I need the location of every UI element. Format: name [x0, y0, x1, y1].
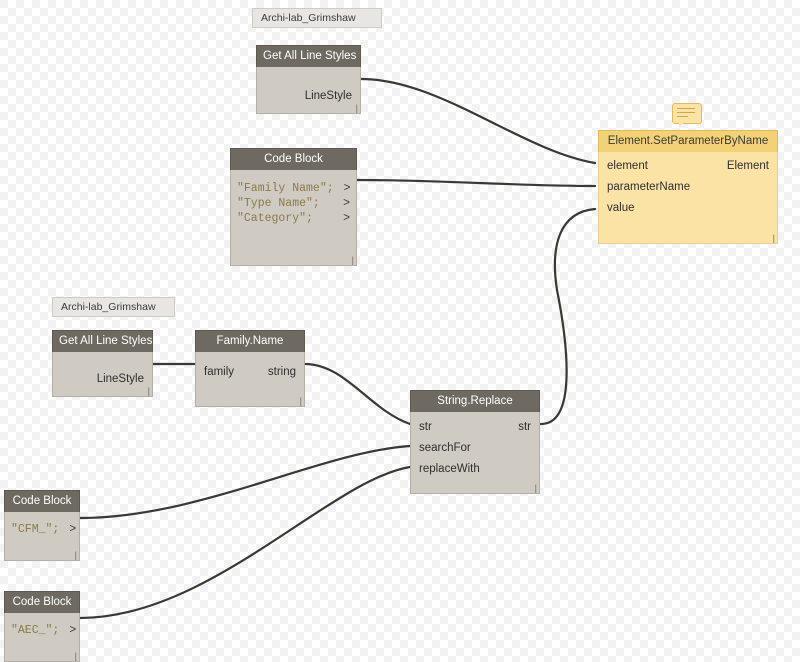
node-resize-handle[interactable]: |	[356, 104, 358, 113]
wire-codeblock-to-parametername	[355, 178, 597, 188]
node-string-replace[interactable]: String.Replace str str searchFor replace…	[410, 390, 540, 494]
port-output-linestyle[interactable]: LineStyle	[53, 352, 152, 390]
port-input-family[interactable]: family	[196, 362, 242, 383]
port-output-0[interactable]: >	[65, 623, 82, 638]
bubble-line-2	[677, 112, 695, 113]
node-element-set-parameter-by-name[interactable]: Element.SetParameterByName element Eleme…	[598, 130, 778, 244]
port-output-2[interactable]: >	[339, 211, 356, 226]
wire-cfm-to-searchfor	[78, 444, 412, 520]
code-line: "Category";	[237, 212, 313, 225]
node-resize-handle[interactable]: |	[75, 652, 77, 661]
wire-aec-to-replacewith	[78, 465, 412, 620]
node-resize-handle[interactable]: |	[535, 484, 537, 493]
node-title: Family.Name	[195, 330, 305, 352]
group-label-bottom: Archi-lab_Grimshaw	[52, 297, 175, 317]
node-resize-handle[interactable]: |	[352, 256, 354, 265]
node-code-block-cfm[interactable]: Code Block "CFM_"; > |	[4, 490, 80, 561]
node-resize-handle[interactable]: |	[148, 387, 150, 396]
port-output-0[interactable]: >	[65, 522, 82, 537]
node-title: String.Replace	[410, 390, 540, 412]
bubble-line-3	[677, 116, 688, 117]
bubble-line-1	[677, 108, 695, 109]
port-output-linestyle[interactable]: LineStyle	[257, 67, 360, 107]
node-resize-handle[interactable]: |	[75, 551, 77, 560]
code-line: "AEC_";	[11, 624, 60, 637]
port-input-parametername[interactable]: parameterName	[599, 177, 777, 198]
node-resize-handle[interactable]: |	[773, 234, 775, 243]
tooltip-bubble-icon[interactable]	[672, 103, 702, 127]
wire-stringreplace-to-value	[539, 207, 597, 426]
port-output-0[interactable]: >	[340, 181, 357, 196]
bubble-body	[672, 103, 702, 124]
node-title: Get All Line Styles	[52, 330, 153, 352]
code-line: "Family Name";	[237, 182, 334, 195]
port-input-element[interactable]: element	[599, 156, 656, 177]
node-family-name[interactable]: Family.Name family string |	[195, 330, 305, 407]
port-input-str[interactable]: str	[411, 417, 440, 438]
code-line: "Type Name";	[237, 197, 320, 210]
node-get-all-line-styles-top[interactable]: Get All Line Styles LineStyle |	[256, 45, 361, 114]
port-input-searchfor[interactable]: searchFor	[411, 438, 539, 459]
port-input-replacewith[interactable]: replaceWith	[411, 459, 539, 480]
wire-familyname-to-str	[303, 362, 412, 426]
wire-linestyle-to-element	[359, 77, 597, 165]
node-resize-handle[interactable]: |	[300, 397, 302, 406]
node-code-block-aec[interactable]: Code Block "AEC_"; > |	[4, 591, 80, 662]
node-title: Code Block	[4, 490, 80, 512]
port-output-1[interactable]: >	[339, 196, 356, 211]
code-line: "CFM_";	[11, 523, 60, 536]
node-title: Code Block	[230, 148, 357, 170]
port-output-element[interactable]: Element	[719, 156, 777, 177]
port-output-string[interactable]: string	[260, 362, 304, 383]
port-input-value[interactable]: value	[599, 198, 777, 219]
node-code-block-top[interactable]: Code Block "Family Name"; > "Type Name";…	[230, 148, 357, 266]
group-label-top: Archi-lab_Grimshaw	[252, 8, 382, 28]
port-output-str[interactable]: str	[510, 417, 539, 438]
node-get-all-line-styles-bottom[interactable]: Get All Line Styles LineStyle |	[52, 330, 153, 397]
node-title: Get All Line Styles	[256, 45, 361, 67]
bubble-tail	[679, 121, 686, 127]
node-title: Element.SetParameterByName	[598, 130, 778, 152]
node-title: Code Block	[4, 591, 80, 613]
